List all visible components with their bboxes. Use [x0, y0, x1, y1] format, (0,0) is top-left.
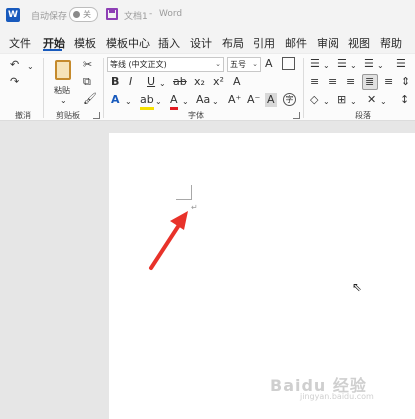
char-border-icon[interactable] [282, 57, 295, 70]
chinese-layout-dropdown-icon[interactable]: ⌄ [380, 95, 387, 109]
tab-design[interactable]: 设计 [190, 35, 212, 51]
numbering-dropdown-icon[interactable]: ⌄ [350, 59, 357, 73]
paste-dropdown-icon[interactable]: ⌄ [60, 94, 67, 108]
tab-file[interactable]: 文件 [9, 35, 31, 51]
format-painter-icon[interactable]: 🖌 [83, 92, 97, 106]
undo-icon[interactable]: ↶ [10, 58, 19, 72]
highlight-button[interactable]: ab [140, 93, 154, 110]
grow-font-icon[interactable]: A [265, 57, 273, 71]
font-size-select[interactable]: 五号 ⌄ [227, 57, 261, 72]
margin-corner-mark-horizontal [176, 199, 192, 200]
font-launcher-icon[interactable] [293, 112, 300, 119]
cut-icon[interactable]: ✂ [83, 58, 92, 72]
paragraph-group-label: 段落 [355, 111, 371, 120]
text-effects-dropdown-icon[interactable]: ⌄ [125, 95, 132, 109]
change-case-dropdown-icon[interactable]: ⌄ [212, 95, 219, 109]
autosave-toggle-knob [73, 11, 80, 18]
font-group-label: 字体 [188, 111, 204, 120]
borders-dropdown-icon[interactable]: ⌄ [350, 95, 357, 109]
justify-icon[interactable]: ≣ [365, 75, 374, 89]
multilevel-dropdown-icon[interactable]: ⌄ [377, 59, 384, 73]
enclose-char-button[interactable]: 字 [283, 93, 296, 106]
word-app-icon: W [6, 8, 20, 22]
subscript-button[interactable]: x₂ [194, 75, 205, 89]
save-icon[interactable] [106, 8, 118, 20]
char-shading-button[interactable]: A [265, 93, 277, 107]
underline-button[interactable]: U [147, 75, 155, 89]
distributed-icon[interactable]: ≡ [384, 75, 393, 89]
font-color-dropdown-icon[interactable]: ⌄ [182, 95, 189, 109]
clear-format-button[interactable]: A [233, 75, 241, 89]
tab-references[interactable]: 引用 [253, 35, 275, 51]
font-name-dropdown-icon: ⌄ [215, 60, 221, 68]
font-name-select[interactable]: 等线 (中文正文) ⌄ [107, 57, 224, 72]
tab-mailings[interactable]: 邮件 [285, 35, 307, 51]
tab-insert[interactable]: 插入 [158, 35, 180, 51]
increase-font-button[interactable]: A⁺ [228, 93, 241, 107]
app-name: Word [159, 9, 183, 19]
multilevel-list-icon[interactable]: ☰ [364, 57, 374, 71]
redo-icon[interactable]: ↷ [10, 75, 19, 89]
tab-templates[interactable]: 模板 [74, 35, 96, 51]
baidu-watermark-url: jingyan.baidu.com [300, 392, 374, 401]
text-effects-button[interactable]: A [111, 93, 120, 107]
tab-view[interactable]: 视图 [348, 35, 370, 51]
numbering-icon[interactable]: ☰ [337, 57, 347, 71]
active-tab-indicator [43, 49, 62, 51]
clipboard-group-label: 剪贴板 [56, 111, 80, 120]
paragraph-mark-icon: ↵ [191, 203, 198, 212]
mouse-cursor-icon: ⇖ [352, 280, 363, 294]
copy-icon[interactable]: ⧉ [83, 75, 91, 89]
decrease-indent-icon[interactable]: ☰ [396, 57, 406, 71]
highlight-dropdown-icon[interactable]: ⌄ [155, 95, 162, 109]
clipboard-launcher-icon[interactable] [93, 112, 100, 119]
group-separator [303, 58, 304, 118]
document-page[interactable] [109, 133, 415, 419]
group-separator [103, 58, 104, 118]
menu-bar: 文件 开始 模板 模板中心 插入 设计 布局 引用 邮件 审阅 视图 帮助 [0, 29, 415, 53]
chinese-layout-icon[interactable]: ✕ [367, 93, 376, 107]
ribbon: ↶ ⌄ ↷ 撤消 粘贴 ⌄ ✂ ⧉ 🖌 剪贴板 等线 (中文正文) ⌄ 五号 ⌄… [0, 53, 415, 121]
autosave-label: 自动保存 [31, 12, 68, 22]
shading-dropdown-icon[interactable]: ⌄ [323, 95, 330, 109]
italic-button[interactable]: I [129, 75, 132, 89]
sort-icon[interactable]: ↕ [400, 93, 409, 107]
tab-layout[interactable]: 布局 [222, 35, 244, 51]
tab-review[interactable]: 审阅 [317, 35, 339, 51]
tab-help[interactable]: 帮助 [380, 35, 402, 51]
autosave-toggle[interactable]: 关 [69, 7, 98, 22]
font-color-button[interactable]: A [170, 93, 178, 110]
tab-template-center[interactable]: 模板中心 [106, 35, 150, 51]
decrease-font-button[interactable]: A⁻ [247, 93, 260, 107]
font-size-dropdown-icon: ⌄ [252, 60, 258, 68]
line-spacing-icon[interactable]: ⇕ [401, 75, 410, 89]
bullets-icon[interactable]: ☰ [310, 57, 320, 71]
borders-icon[interactable]: ⊞ [337, 93, 346, 107]
change-case-button[interactable]: Aa [196, 93, 210, 107]
align-left-icon[interactable]: ≡ [310, 75, 319, 89]
superscript-button[interactable]: x² [213, 75, 224, 89]
font-size-value: 五号 [230, 60, 246, 69]
undo-dropdown-icon[interactable]: ⌄ [27, 60, 34, 74]
strikethrough-button[interactable]: ab [173, 75, 187, 89]
undo-group-label: 撤消 [15, 111, 31, 120]
autosave-state: 关 [83, 10, 91, 19]
document-name: 文档1 [124, 12, 148, 22]
underline-dropdown-icon[interactable]: ⌄ [159, 77, 166, 91]
font-name-value: 等线 (中文正文) [110, 60, 167, 69]
bullets-dropdown-icon[interactable]: ⌄ [323, 59, 330, 73]
paste-icon[interactable] [55, 60, 71, 80]
bold-button[interactable]: B [111, 75, 119, 89]
title-bar: W 自动保存 关 文档1 - Word [0, 0, 415, 29]
shading-icon[interactable]: ◇ [310, 93, 318, 107]
margin-corner-mark-vertical [191, 185, 192, 200]
group-separator [43, 58, 44, 118]
title-separator: - [149, 9, 153, 19]
align-center-icon[interactable]: ≡ [328, 75, 337, 89]
align-right-icon[interactable]: ≡ [346, 75, 355, 89]
